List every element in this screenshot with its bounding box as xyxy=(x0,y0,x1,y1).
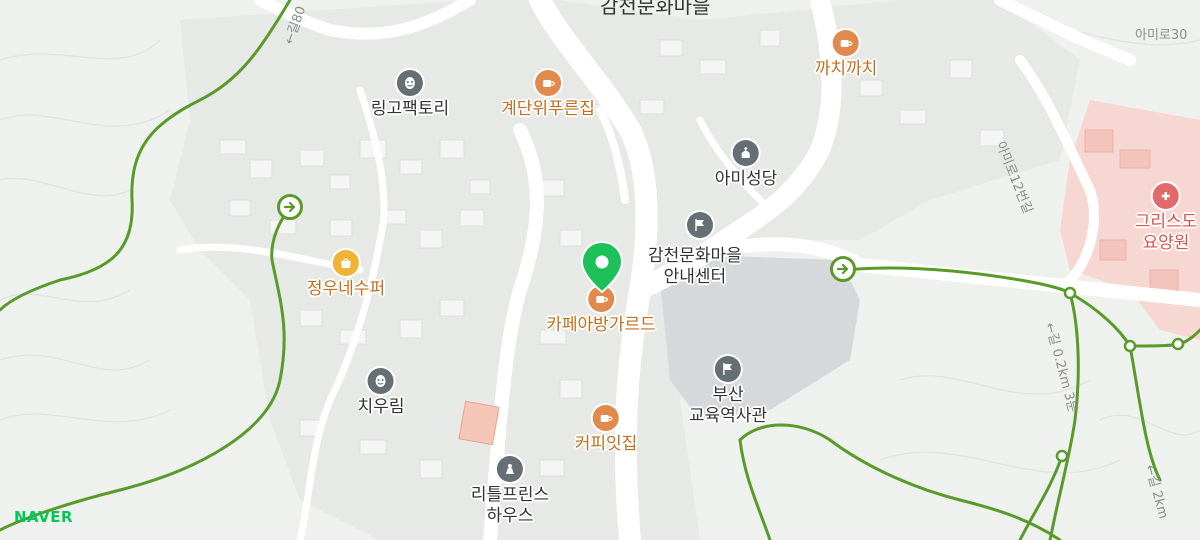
poi-label-line1: 부산 xyxy=(712,385,744,405)
coffee-cup-icon xyxy=(593,405,619,431)
poi-label: 아미성당 xyxy=(714,169,778,189)
store-icon xyxy=(332,250,359,276)
poi-kkachi[interactable]: 까치까치 xyxy=(814,30,878,80)
poi-label-line1: 감천문화마을 xyxy=(648,246,742,266)
church-icon xyxy=(733,140,759,166)
location-pin-icon[interactable] xyxy=(579,240,625,298)
poi-label: 까치까치 xyxy=(814,59,878,79)
entrance-gate-east[interactable] xyxy=(830,256,856,282)
map-canvas[interactable]: 감천문화마을 아미로30 아미로12번길 ←길80 ←길 0.2km 3분 ←길… xyxy=(0,0,1200,540)
poi-label-line2: 교육역사관 xyxy=(688,406,768,426)
poi-label: 치우림 xyxy=(357,397,405,417)
poi-label: 계단위푸른집 xyxy=(501,99,595,119)
poi-label: 그리스도 요양원 xyxy=(1135,212,1198,254)
poi-ami-church[interactable]: 아미성당 xyxy=(714,140,778,190)
flag-icon xyxy=(687,212,713,238)
coffee-cup-icon xyxy=(833,30,859,56)
theater-icon xyxy=(396,70,423,96)
poi-label-line1: 그리스도 xyxy=(1134,212,1198,232)
coffee-cup-icon xyxy=(535,70,561,96)
hospital-icon xyxy=(1153,183,1179,209)
poi-label: 커피잇집 xyxy=(574,434,638,454)
selected-place-label: 카페아방가르드 xyxy=(546,315,656,335)
poi-little-prince[interactable]: 리틀프린스 하우스 xyxy=(471,456,549,527)
poi-label: 정우네수퍼 xyxy=(306,279,386,299)
poi-info-center[interactable] xyxy=(687,212,713,238)
poi-label-line1: 리틀프린스 xyxy=(470,485,550,505)
theater-icon xyxy=(367,368,394,394)
entrance-gate-west[interactable] xyxy=(277,194,303,220)
entrance-arrow-icon xyxy=(283,201,296,213)
poi-stairs-blue-house[interactable]: 계단위푸른집 xyxy=(501,70,595,120)
poi-jungwoo-super[interactable]: 정우네수퍼 xyxy=(307,250,385,300)
poi-label: 링고팩토리 xyxy=(370,99,450,119)
entrance-arrow-icon xyxy=(836,263,849,275)
poi-hospital[interactable]: 그리스도 요양원 xyxy=(1135,183,1198,254)
flag-icon xyxy=(714,356,741,382)
poi-coffee-it[interactable]: 커피잇집 xyxy=(574,405,638,455)
street-label-amiro30: 아미로30 xyxy=(1135,28,1188,43)
poi-label: 리틀프린스 하우스 xyxy=(471,485,549,527)
poi-label-line2: 하우스 xyxy=(486,506,534,526)
poi-ringo-factory[interactable]: 링고팩토리 xyxy=(371,70,449,120)
poi-label-line2: 안내센터 xyxy=(663,267,727,287)
poi-chiwoorim[interactable]: 치우림 xyxy=(357,368,405,418)
poi-label: 부산 교육역사관 xyxy=(689,385,767,427)
poi-label-line2: 요양원 xyxy=(1142,233,1190,253)
sculpture-icon xyxy=(496,456,523,482)
area-label-gamcheon: 감천문화마을 xyxy=(600,0,711,18)
naver-logo: NAVER xyxy=(14,508,74,526)
poi-busan-edu-museum[interactable]: 부산 교육역사관 xyxy=(689,356,767,427)
poi-info-center-label: 감천문화마을 안내센터 xyxy=(648,246,742,288)
